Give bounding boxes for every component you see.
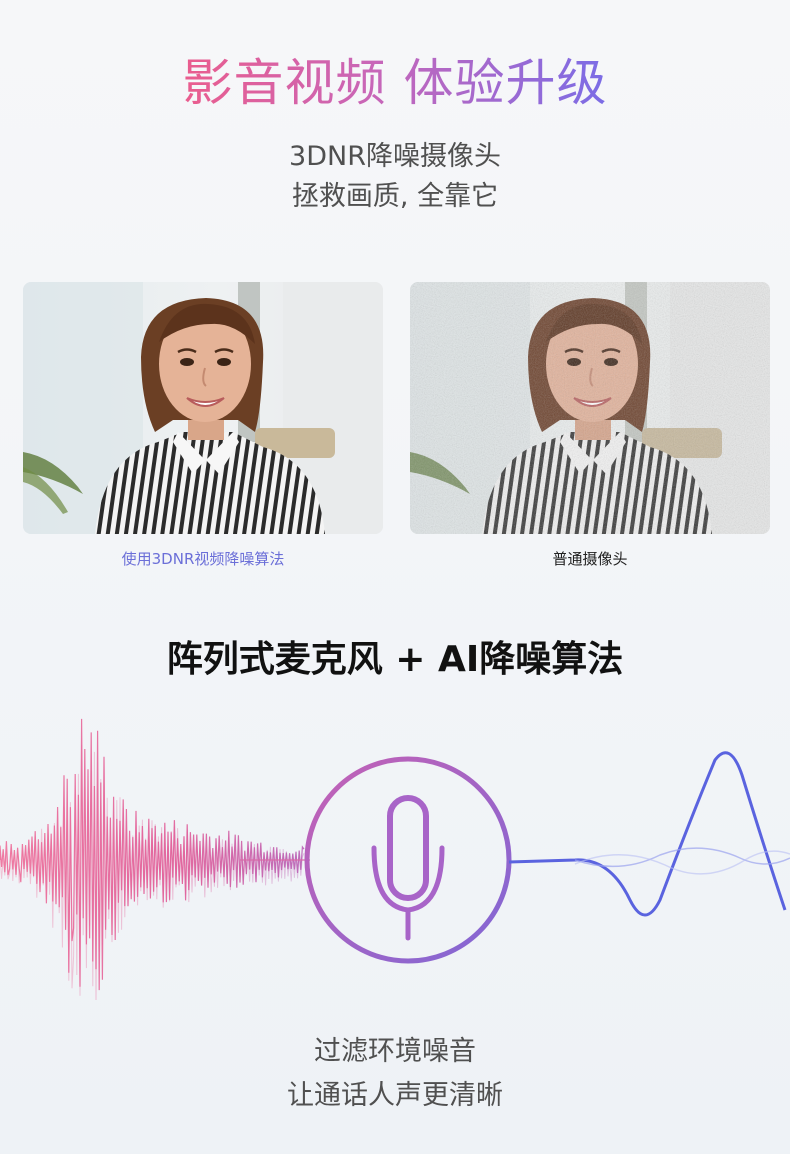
photo-ordinary: [410, 282, 770, 534]
woman-portrait-clear: [23, 282, 383, 534]
microphone-icon: [371, 795, 445, 941]
page-title: 影音视频 体验升级: [182, 54, 608, 112]
photo-denoised: [23, 282, 383, 534]
benefit-line-1: 过滤环境噪音: [314, 1036, 476, 1067]
caption-denoised: 使用3DNR视频降噪算法: [121, 550, 285, 568]
subtitle-line-1: 3DNR降噪摄像头: [289, 141, 501, 172]
clean-waveform: [508, 751, 790, 917]
caption-ordinary: 普通摄像头: [552, 550, 628, 568]
benefit-line-2: 让通话人声更清晰: [287, 1080, 503, 1111]
noise-filter-graphic: [0, 718, 790, 1000]
woman-portrait-noisy: [410, 282, 770, 534]
subtitle-line-2: 拯救画质, 全靠它: [291, 181, 499, 212]
